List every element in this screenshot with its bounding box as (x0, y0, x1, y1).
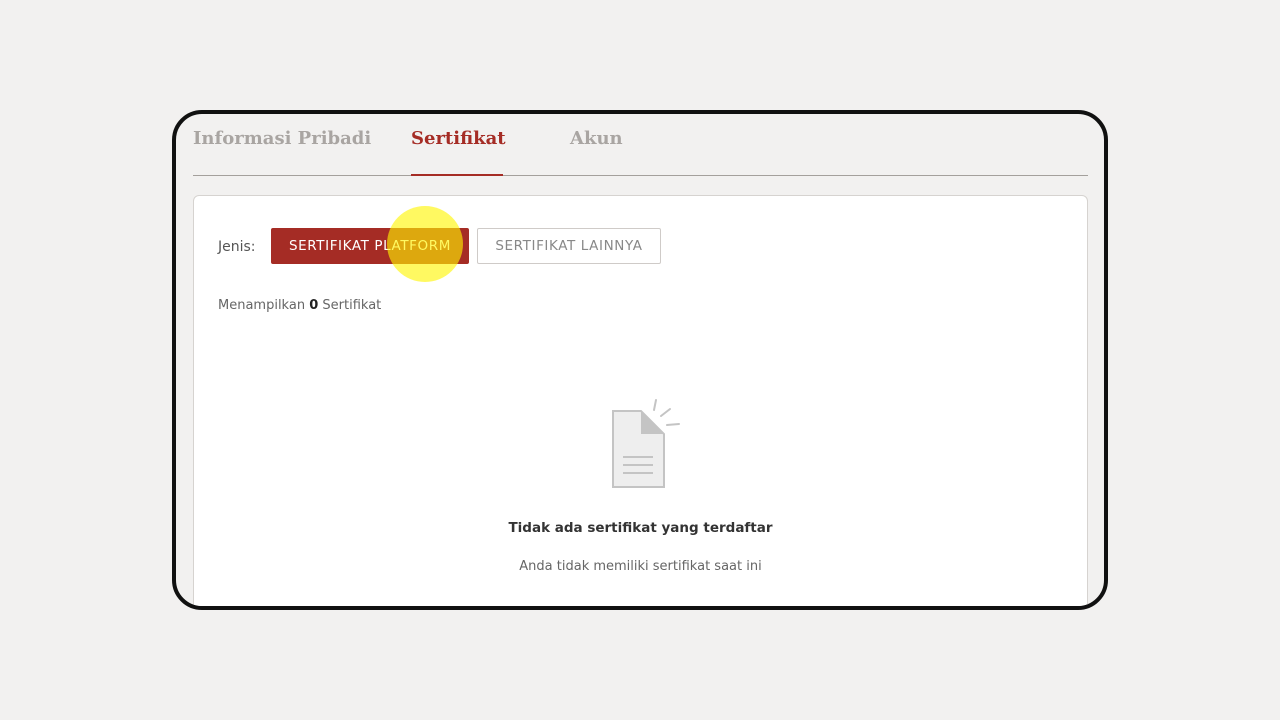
sertifikat-lainnya-button[interactable]: SERTIFIKAT LAINNYA (477, 228, 661, 264)
count-prefix: Menampilkan (218, 298, 306, 313)
tab-akun[interactable]: Akun (570, 128, 623, 174)
count-suffix: Sertifikat (322, 298, 382, 313)
empty-document-icon (612, 399, 680, 488)
tab-sertifikat[interactable]: Sertifikat (411, 128, 506, 176)
device-frame: Informasi Pribadi Sertifikat Akun Jenis:… (172, 110, 1108, 610)
empty-state-subtitle: Anda tidak memiliki sertifikat saat ini (519, 559, 762, 574)
sertifikat-platform-button[interactable]: SERTIFIKAT PLATFORM (271, 228, 469, 264)
tab-informasi-pribadi[interactable]: Informasi Pribadi (193, 128, 371, 174)
profile-tabs: Informasi Pribadi Sertifikat Akun (193, 114, 1088, 176)
count-value: 0 (309, 298, 319, 313)
filter-label: Jenis: (218, 239, 256, 255)
certificate-count: Menampilkan 0 Sertifikat (218, 298, 381, 313)
empty-state-title: Tidak ada sertifikat yang terdaftar (508, 520, 773, 536)
certificate-panel: Jenis: SERTIFIKAT PLATFORM SERTIFIKAT LA… (193, 195, 1088, 606)
